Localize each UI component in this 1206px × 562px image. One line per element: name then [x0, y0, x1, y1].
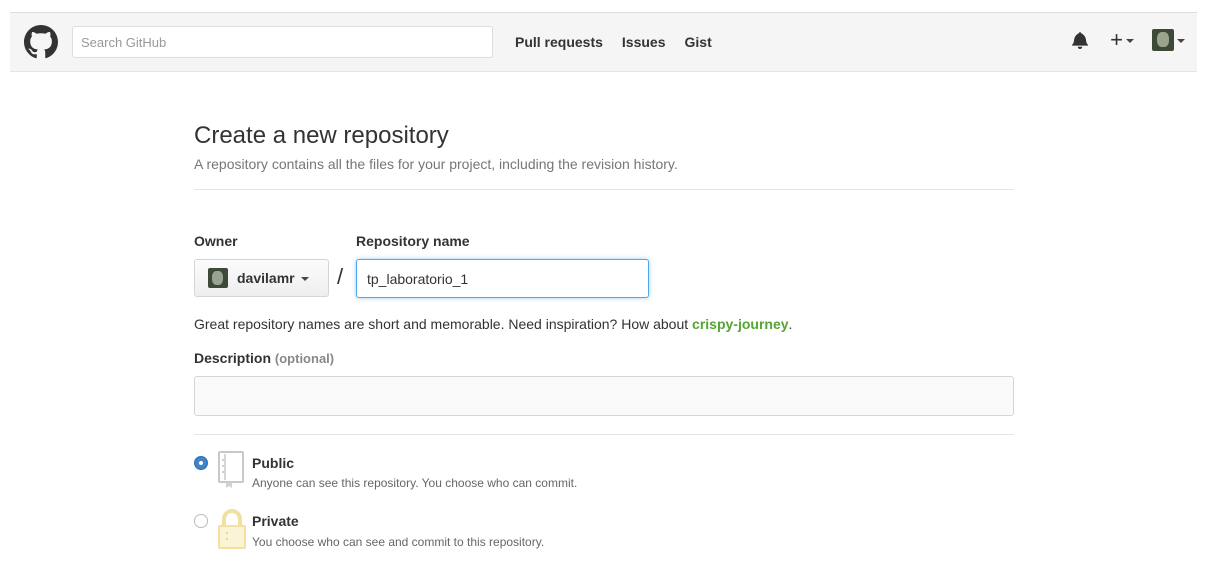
user-menu[interactable]: [1152, 29, 1185, 51]
hint-text: Great repository names are short and mem…: [194, 316, 693, 332]
owner-select-button[interactable]: davilamr: [194, 259, 329, 297]
repository-name-input[interactable]: [356, 259, 649, 298]
page-header: Create a new repository A repository con…: [194, 120, 1014, 172]
name-hint: Great repository names are short and mem…: [194, 316, 792, 332]
nav-gist[interactable]: Gist: [685, 34, 712, 50]
page-subtitle: A repository contains all the files for …: [194, 156, 678, 172]
name-suggestion-link[interactable]: crispy-journey: [692, 316, 788, 332]
plus-icon: +: [1110, 27, 1123, 52]
chevron-down-icon: [1177, 39, 1185, 43]
header-actions: +: [1072, 29, 1185, 51]
divider: [194, 189, 1014, 190]
bell-icon[interactable]: [1072, 31, 1089, 49]
divider: [194, 434, 1014, 435]
chevron-down-icon: [1126, 39, 1134, 43]
page-title: Create a new repository: [194, 122, 449, 149]
repo-icon: [218, 451, 244, 488]
chevron-down-icon: [300, 277, 309, 281]
private-description: You choose who can see and commit to thi…: [252, 535, 545, 549]
public-description: Anyone can see this repository. You choo…: [252, 476, 578, 490]
repository-name-label: Repository name: [356, 233, 470, 249]
avatar: [208, 268, 228, 288]
hint-end: .: [788, 316, 793, 332]
public-title: Public: [252, 455, 295, 471]
primary-nav: Pull requests Issues Gist: [515, 34, 712, 50]
top-navigation-bar: Pull requests Issues Gist +: [10, 12, 1197, 72]
description-label: Description (optional): [194, 350, 334, 366]
nav-pull-requests[interactable]: Pull requests: [515, 34, 603, 50]
search-input[interactable]: [72, 26, 493, 58]
create-new-menu[interactable]: +: [1110, 27, 1134, 52]
owner-name: davilamr: [237, 270, 295, 286]
radio-public[interactable]: [194, 456, 208, 470]
private-title: Private: [252, 513, 299, 529]
lock-icon: [218, 509, 246, 549]
owner-repo-separator: /: [337, 264, 344, 289]
description-input[interactable]: [194, 376, 1014, 416]
octocat-icon[interactable]: [24, 25, 58, 59]
owner-label: Owner: [194, 233, 238, 249]
optional-tag: (optional): [274, 351, 335, 366]
nav-issues[interactable]: Issues: [622, 34, 666, 50]
avatar: [1152, 29, 1174, 51]
description-label-text: Description: [194, 350, 272, 366]
radio-private[interactable]: [194, 514, 208, 528]
